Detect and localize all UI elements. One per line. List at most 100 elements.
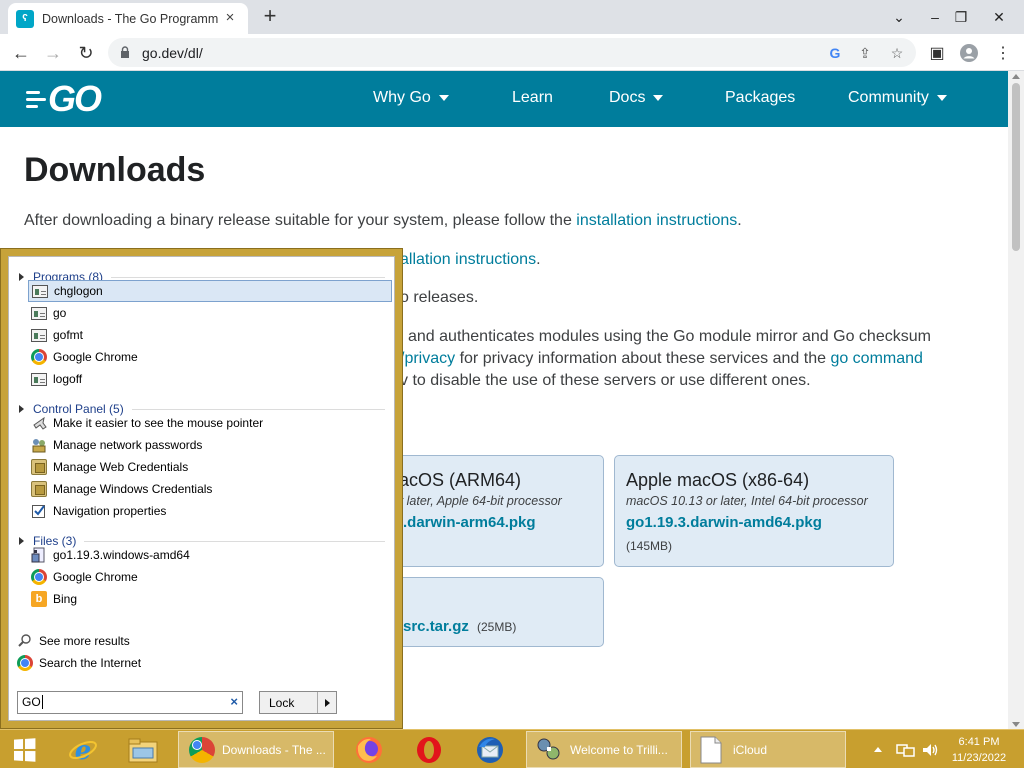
- scroll-up-arrow-icon[interactable]: [1012, 74, 1020, 79]
- taskbar-chrome-downloads[interactable]: Downloads - The ...: [178, 731, 334, 768]
- firefox-icon: [356, 736, 382, 763]
- windows-logo-icon: [13, 737, 36, 762]
- chrome-icon: [189, 736, 215, 763]
- browser-menu-icon[interactable]: ⋮: [990, 40, 1016, 66]
- taskbar-file-explorer[interactable]: [118, 731, 168, 768]
- side-panel-icon[interactable]: ▣: [924, 40, 950, 66]
- program-icon: [31, 306, 47, 320]
- new-tab-button[interactable]: +: [258, 5, 282, 29]
- nav-docs[interactable]: Docs: [609, 89, 664, 107]
- taskbar-trillian[interactable]: Welcome to Trilli...: [526, 731, 682, 768]
- download-card-title: Apple macOS (x86-64): [626, 470, 810, 490]
- browser-toolbar: ← → ↻ go.dev/dl/ G ⇪ ☆ ▣ ⋮: [0, 34, 1024, 71]
- result-item-windows-credentials[interactable]: Manage Windows Credentials: [28, 478, 392, 500]
- system-clock[interactable]: 6:41 PM 11/23/2022: [944, 734, 1014, 766]
- chrome-icon: [31, 349, 47, 365]
- download-file-link[interactable]: .darwin-arm64.pkg: [403, 514, 536, 531]
- privacy-link[interactable]: /privacy: [400, 350, 455, 367]
- back-button[interactable]: ←: [8, 40, 34, 66]
- download-file-link[interactable]: go1.19.3.darwin-amd64.pkg: [626, 514, 822, 531]
- close-window-button[interactable]: ✕: [982, 0, 1016, 34]
- expand-triangle-icon: [19, 405, 24, 413]
- tab-search-chevron-icon[interactable]: ⌄: [882, 0, 916, 34]
- download-file-size: (145MB): [626, 539, 673, 553]
- taskbar-icloud[interactable]: iCloud: [690, 731, 846, 768]
- chevron-down-icon: [936, 95, 947, 101]
- download-card-subtitle: macOS 10.13 or later, Intel 64-bit proce…: [626, 494, 868, 508]
- result-item-logoff[interactable]: logoff: [28, 368, 392, 390]
- tab-close-icon[interactable]: ×: [222, 10, 238, 26]
- paragraph-line-5: /privacy for privacy information about t…: [400, 350, 923, 367]
- scrollbar-thumb[interactable]: [1012, 83, 1020, 251]
- paragraph-line-4: and authenticates modules using the Go m…: [408, 328, 931, 345]
- result-item-navigation-properties[interactable]: Navigation properties: [28, 500, 392, 522]
- trillian-icon: [537, 738, 560, 759]
- download-card-macos-x86-64[interactable]: Apple macOS (x86-64) macOS 10.13 or late…: [614, 455, 894, 567]
- go-logo[interactable]: GO: [26, 81, 102, 117]
- start-search-input[interactable]: GO ×: [17, 691, 243, 714]
- result-item-network-passwords[interactable]: Manage network passwords: [28, 434, 392, 456]
- browser-tab-go-downloads[interactable]: ʕ Downloads - The Go Programming Languag…: [8, 3, 248, 34]
- taskbar-internet-explorer[interactable]: e: [58, 731, 108, 768]
- paragraph-line-2: allation instructions.: [400, 251, 541, 268]
- chevron-down-icon: [438, 95, 449, 101]
- download-file-link[interactable]: src.tar.gz: [403, 618, 469, 635]
- nav-community[interactable]: Community: [848, 89, 947, 107]
- download-file-size: (25MB): [477, 620, 517, 634]
- taskbar-opera[interactable]: [404, 731, 454, 768]
- forward-button[interactable]: →: [40, 40, 66, 66]
- see-more-results-link[interactable]: See more results: [17, 632, 130, 650]
- mouse-pointer-icon: [31, 415, 47, 431]
- nav-why-go[interactable]: Why Go: [373, 89, 449, 107]
- result-item-web-credentials[interactable]: Manage Web Credentials: [28, 456, 392, 478]
- nav-packages[interactable]: Packages: [725, 89, 795, 107]
- google-translate-icon[interactable]: G: [825, 43, 845, 63]
- clock-time: 6:41 PM: [958, 736, 1000, 748]
- result-item-mouse-pointer[interactable]: Make it easier to see the mouse pointer: [28, 412, 392, 434]
- result-item-google-chrome[interactable]: Google Chrome: [28, 346, 392, 368]
- clock-date: 11/23/2022: [951, 752, 1007, 764]
- reload-button[interactable]: ↻: [73, 40, 99, 66]
- volume-icon[interactable]: [921, 730, 939, 768]
- lock-button[interactable]: Lock: [259, 691, 337, 714]
- tab-title: Downloads - The Go Programming Language: [42, 11, 218, 26]
- browser-tabstrip: ʕ Downloads - The Go Programming Languag…: [0, 0, 1024, 34]
- result-item-bing[interactable]: b Bing: [28, 588, 392, 610]
- installer-icon: [31, 547, 47, 563]
- page-scrollbar[interactable]: [1008, 71, 1024, 729]
- page-title: Downloads: [24, 151, 206, 189]
- scroll-down-arrow-icon[interactable]: [1012, 722, 1020, 727]
- program-icon: [32, 284, 48, 298]
- show-hidden-icons-button[interactable]: [874, 730, 882, 768]
- installation-instructions-link[interactable]: installation instructions: [576, 212, 737, 229]
- result-item-go-installer[interactable]: go1.19.3.windows-amd64: [28, 544, 392, 566]
- address-bar[interactable]: go.dev/dl/ G ⇪ ☆: [108, 38, 916, 67]
- result-item-google-chrome-file[interactable]: Google Chrome: [28, 566, 392, 588]
- bookmark-star-icon[interactable]: ☆: [887, 43, 907, 63]
- taskbar-firefox[interactable]: [344, 731, 394, 768]
- start-button[interactable]: [2, 731, 46, 768]
- network-icon[interactable]: [896, 730, 916, 768]
- paragraph-line-6: v to disable the use of these servers or…: [400, 372, 811, 389]
- taskbar-thunderbird[interactable]: [464, 731, 516, 768]
- restore-button[interactable]: ❐: [944, 0, 978, 34]
- go-command-link[interactable]: go command: [830, 350, 923, 367]
- lock-options-arrow-icon[interactable]: [317, 692, 336, 713]
- screen: ʕ Downloads - The Go Programming Languag…: [0, 0, 1024, 768]
- clear-search-icon[interactable]: ×: [230, 694, 238, 709]
- result-item-go[interactable]: go: [28, 302, 392, 324]
- result-item-gofmt[interactable]: gofmt: [28, 324, 392, 346]
- nav-learn[interactable]: Learn: [512, 89, 553, 107]
- program-icon: [31, 372, 47, 386]
- chevron-down-icon: [653, 95, 664, 101]
- chrome-icon: [31, 569, 47, 585]
- installation-instructions-link-2[interactable]: allation instructions: [400, 251, 536, 268]
- search-the-internet-link[interactable]: Search the Internet: [17, 654, 141, 672]
- download-card-subtitle: r later, Apple 64-bit processor: [399, 494, 562, 508]
- intro-paragraph: After downloading a binary release suita…: [24, 212, 742, 229]
- start-menu-results-panel: Programs (8) chglogon go gofmt Google Ch…: [8, 256, 395, 721]
- share-icon[interactable]: ⇪: [855, 43, 875, 63]
- chevron-up-icon: [874, 747, 882, 752]
- profile-avatar-icon[interactable]: [956, 40, 982, 66]
- result-item-chglogon[interactable]: chglogon: [28, 280, 392, 302]
